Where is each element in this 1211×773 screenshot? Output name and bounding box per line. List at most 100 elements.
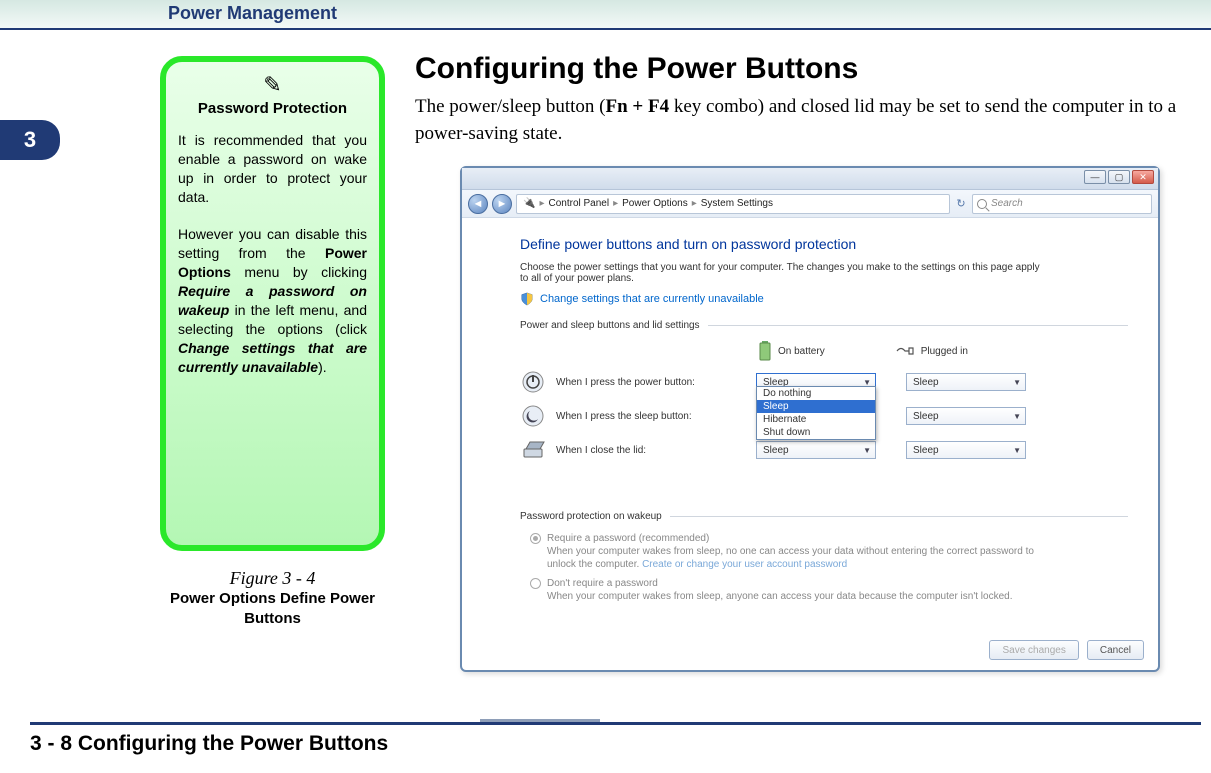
chapter-tab: 3 [0,120,60,160]
row0-plugged-value: Sleep [913,377,939,388]
cancel-button[interactable]: Cancel [1087,640,1144,660]
col-battery-label: On battery [778,346,825,357]
col-battery: On battery [758,341,825,361]
page-header: Power Management [0,0,1211,30]
divider [708,325,1128,326]
back-button[interactable]: ◄ [468,194,488,214]
section-power-buttons: Power and sleep buttons and lid settings [520,320,1128,331]
search-placeholder: Search [991,198,1023,209]
shield-icon [520,292,534,306]
figure-number: Figure 3 - 4 [160,568,385,589]
address-bar: ◄ ► 🔌 ▸ Control Panel ▸ Power Options ▸ … [462,190,1158,218]
radio1-title: Require a password (recommended) [547,532,1047,545]
search-input[interactable]: Search [972,194,1152,214]
search-icon [977,199,987,209]
radio2-body: Don't require a password When your compu… [547,577,1012,603]
radio-require-password[interactable]: Require a password (recommended) When yo… [530,532,1128,571]
breadcrumb-1[interactable]: Power Options [622,198,688,209]
battery-icon [758,341,772,361]
create-password-link[interactable]: Create or change your user account passw… [642,559,847,570]
row2-label: When I close the lid: [556,445,756,456]
radio1-body: Require a password (recommended) When yo… [547,532,1047,571]
forward-button[interactable]: ► [492,194,512,214]
button-row: Save changes Cancel [989,640,1144,660]
radio2-title: Don't require a password [547,577,1012,590]
radio-icon [530,533,541,544]
window-body: Define power buttons and turn on passwor… [462,218,1158,615]
breadcrumb-sep: ▸ [539,198,544,209]
row0-label: When I press the power button: [556,377,756,388]
section-password: Password protection on wakeup [520,511,1128,522]
chevron-down-icon: ▼ [1013,412,1021,421]
page-title: Configuring the Power Buttons [415,52,1201,86]
screenshot-window: — ▢ ✕ ◄ ► 🔌 ▸ Control Panel ▸ Power Opti… [460,166,1160,672]
dropdown-opt-3[interactable]: Shut down [757,426,875,439]
change-settings-link[interactable]: Change settings that are currently unava… [540,293,764,305]
window-titlebar: — ▢ ✕ [462,168,1158,190]
chevron-down-icon: ▼ [1013,378,1021,387]
section2-label: Password protection on wakeup [520,511,662,522]
breadcrumb-sep: ▸ [692,198,697,209]
password-section: Password protection on wakeup Require a … [520,511,1128,603]
plug-icon [895,344,915,358]
col-plugged: Plugged in [895,344,968,358]
lead-pre: The power/sleep button ( [415,96,605,117]
lead-paragraph: The power/sleep button (Fn + F4 key comb… [415,94,1201,147]
chevron-down-icon: ▼ [1013,446,1021,455]
header-title: Power Management [168,3,337,24]
column-headers: On battery Plugged in [758,341,1128,361]
dropdown-opt-1[interactable]: Sleep [757,400,875,413]
footer-rule [30,722,1201,725]
note-para1: It is recommended that you enable a pass… [178,132,367,205]
section1-label: Power and sleep buttons and lid settings [520,320,700,331]
minimize-button[interactable]: — [1084,170,1106,184]
note-para2-end: ). [318,359,327,375]
row1-plugged-value: Sleep [913,411,939,422]
change-settings-row: Change settings that are currently unava… [520,292,1128,306]
lid-icon [520,437,546,463]
dropdown-opt-0[interactable]: Do nothing [757,387,875,400]
note-para2-bi2: Change settings that are currently unava… [178,340,367,375]
row2-battery-value: Sleep [763,445,789,456]
lead-bold: Fn + F4 [605,96,669,117]
figure-title: Power Options Define Power Buttons [160,589,385,628]
dropdown-opt-2[interactable]: Hibernate [757,413,875,426]
sleep-icon [520,403,546,429]
window-heading: Define power buttons and turn on passwor… [520,236,1128,252]
close-button[interactable]: ✕ [1132,170,1154,184]
col-plugged-label: Plugged in [921,346,968,357]
setting-row-power-button: When I press the power button: Sleep ▼ Sl… [520,369,1128,395]
figure-caption: Figure 3 - 4 Power Options Define Power … [160,568,385,628]
row0-plugged-dropdown[interactable]: Sleep ▼ [906,373,1026,391]
radio-dont-require-password[interactable]: Don't require a password When your compu… [530,577,1128,603]
refresh-icon[interactable]: ↻ [954,197,968,210]
chevron-down-icon: ▼ [863,446,871,455]
dropdown-open-list: Do nothing Sleep Hibernate Shut down [756,386,876,440]
row2-plugged-value: Sleep [913,445,939,456]
note-title: Password Protection [178,100,367,117]
divider [670,516,1128,517]
note-body: It is recommended that you enable a pass… [178,131,367,377]
window-desc: Choose the power settings that you want … [520,262,1050,284]
breadcrumb-0[interactable]: Control Panel [548,198,609,209]
breadcrumb-2[interactable]: System Settings [701,198,773,209]
window-controls: — ▢ ✕ [1084,170,1154,184]
main-content: Configuring the Power Buttons The power/… [415,52,1201,147]
row2-battery-dropdown[interactable]: Sleep ▼ [756,441,876,459]
footer-text: 3 - 8 Configuring the Power Buttons [30,732,388,756]
power-icon [520,369,546,395]
row2-plugged-dropdown[interactable]: Sleep ▼ [906,441,1026,459]
breadcrumb-icon: 🔌 [523,198,535,209]
breadcrumb-sep: ▸ [613,198,618,209]
pencil-icon: ✎ [178,72,367,98]
setting-row-lid: When I close the lid: Sleep ▼ Sleep ▼ [520,437,1128,463]
breadcrumb[interactable]: 🔌 ▸ Control Panel ▸ Power Options ▸ Syst… [516,194,950,214]
row1-label: When I press the sleep button: [556,411,756,422]
row1-plugged-dropdown[interactable]: Sleep ▼ [906,407,1026,425]
note-box: ✎ Password Protection It is recommended … [160,56,385,551]
radio-icon [530,578,541,589]
maximize-button[interactable]: ▢ [1108,170,1130,184]
radio2-text: When your computer wakes from sleep, any… [547,591,1012,602]
save-button[interactable]: Save changes [989,640,1078,660]
note-para2-mid1: menu by clicking [231,264,367,280]
